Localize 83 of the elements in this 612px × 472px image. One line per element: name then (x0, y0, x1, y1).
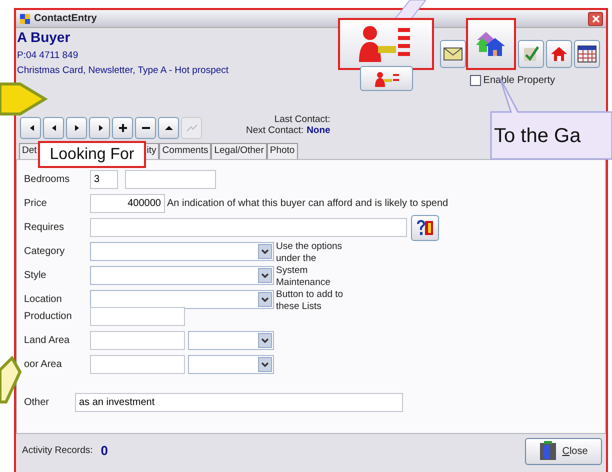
field-label: Style (24, 269, 48, 283)
close-dialog-button[interactable]: Close (525, 438, 602, 464)
checkbox-label: Enable Property (483, 74, 555, 88)
navigation-button[interactable] (20, 117, 41, 139)
activity-records-count: 0 (100, 442, 108, 460)
property-button[interactable] (466, 18, 516, 70)
window-title: ContactEntry (34, 12, 97, 26)
chevron-down-icon (261, 362, 269, 368)
chevron-down-icon (261, 248, 269, 254)
input-field[interactable] (90, 307, 185, 326)
navigation-button[interactable] (135, 117, 156, 139)
tab[interactable]: Legal/Other (211, 143, 267, 159)
last-contact-label: Last Contact: (274, 114, 330, 125)
checkbox[interactable] (470, 75, 482, 86)
activity-records-label: Activity Records: (22, 444, 93, 458)
dropdown-field[interactable] (90, 266, 274, 285)
house-icon (550, 46, 568, 62)
dropdown-field[interactable] (90, 290, 274, 309)
contact-phone: P:04 4711 849 (17, 49, 80, 62)
dropdown-field[interactable] (90, 242, 274, 261)
dropdown-field[interactable] (188, 355, 274, 374)
dropdown-field[interactable] (188, 331, 274, 350)
person-pointing-icon (374, 70, 400, 86)
email-button[interactable] (440, 40, 466, 68)
dropdown-button[interactable] (258, 357, 272, 372)
field-label: Other (24, 396, 50, 410)
input-field[interactable]: 3 (90, 170, 118, 189)
plus-icon (118, 123, 128, 133)
line-chart-icon (186, 124, 198, 132)
checklist-button[interactable] (518, 40, 544, 68)
puzzle-icon (19, 12, 31, 24)
checkmark-icon (522, 45, 540, 63)
lists-note: Use the options under the System Maintenance Button to add to these Lists (276, 241, 344, 313)
callout-text: To the Ga (494, 124, 581, 149)
field-label: Requires (24, 221, 66, 235)
calendar-icon (577, 45, 597, 63)
input-field[interactable] (90, 355, 185, 374)
close-button[interactable] (588, 12, 603, 26)
navigation-button[interactable] (112, 117, 133, 139)
field-label: Production (24, 310, 73, 324)
navigation-button[interactable] (66, 117, 87, 139)
callout-tooltip: Looking For (38, 141, 146, 168)
contact-action-button[interactable] (360, 66, 413, 91)
hint-text: An indication of what this buyer can afford and is likely to spend (167, 197, 448, 211)
dropdown-button[interactable] (258, 244, 272, 259)
tab[interactable]: Photo (266, 143, 298, 159)
field-label: Price (24, 197, 48, 211)
triangle-up-icon (164, 123, 174, 133)
chevron-down-icon (261, 272, 269, 278)
tab[interactable]: Det (19, 143, 40, 159)
chevron-down-icon (261, 296, 269, 302)
calendar-button[interactable] (574, 40, 600, 68)
door-icon (539, 441, 558, 461)
input-field[interactable] (125, 170, 216, 189)
next-contact-value: None (306, 125, 330, 136)
navigation-button[interactable] (43, 117, 64, 139)
lookup-button[interactable] (411, 214, 439, 240)
field-label: Bedrooms (24, 173, 71, 187)
input-field[interactable]: as an investment (75, 393, 403, 412)
contact-name: A Buyer (17, 28, 72, 46)
close-icon (592, 14, 600, 22)
callout-arrow (0, 82, 48, 116)
tab[interactable]: Comments (159, 143, 212, 159)
input-field[interactable] (90, 331, 185, 350)
field-label: Category (24, 245, 66, 259)
envelope-icon (443, 47, 463, 61)
sticky-note (0, 356, 22, 406)
dropdown-button[interactable] (258, 333, 272, 348)
chevron-down-icon (261, 338, 269, 344)
dropdown-button[interactable] (258, 268, 272, 283)
dropdown-button[interactable] (258, 292, 272, 307)
field-label: Land Area (24, 334, 71, 348)
contact-tags: Christmas Card, Newsletter, Type A - Hot prospect (17, 64, 347, 77)
input-field[interactable] (90, 218, 407, 237)
question-list-icon (415, 218, 435, 236)
next-contact-label: Next Contact: (246, 125, 304, 136)
home-button[interactable] (546, 40, 572, 68)
input-field[interactable]: 400000 (90, 194, 165, 213)
field-label: oor Area (24, 358, 63, 372)
field-label: Location (24, 293, 63, 307)
navigation-button[interactable] (89, 117, 110, 139)
navigation-button[interactable] (158, 117, 179, 139)
houses-icon (476, 30, 506, 58)
